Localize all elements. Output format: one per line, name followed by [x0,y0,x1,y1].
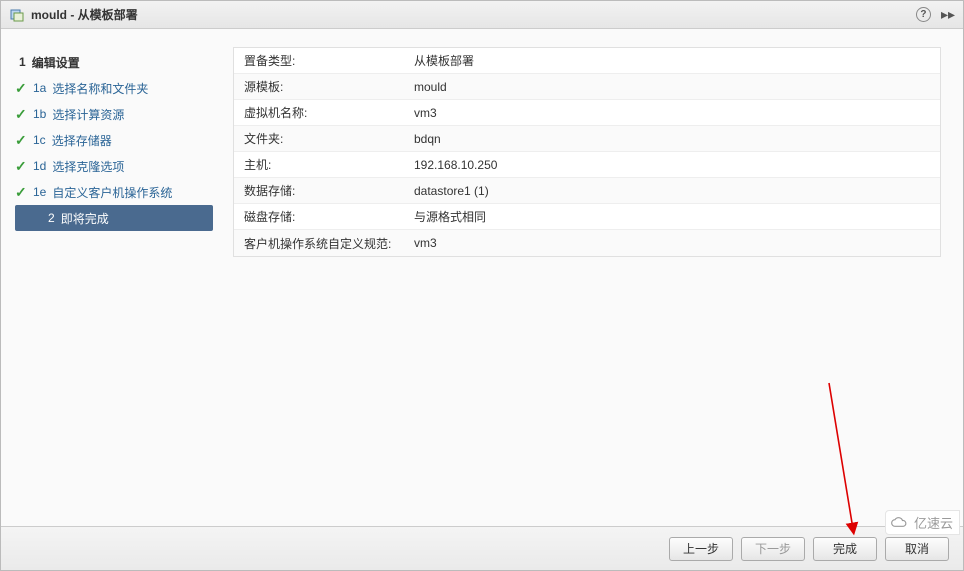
back-button[interactable]: 上一步 [669,537,733,561]
dialog-title: mould - 从模板部署 [31,6,916,23]
summary-row: 虚拟机名称: vm3 [234,100,940,126]
summary-label: 数据存储: [234,178,404,203]
sidebar-step-label: 选择存储器 [52,132,112,149]
wizard-sidebar: 1 编辑设置 ✓ 1a 选择名称和文件夹 ✓ 1b 选择计算资源 ✓ 1c 选择… [1,29,221,526]
checkmark-icon: ✓ [15,80,29,97]
sidebar-step-label: 选择克隆选项 [52,158,124,175]
summary-row: 数据存储: datastore1 (1) [234,178,940,204]
watermark: 亿速云 [885,510,960,535]
sidebar-step-finish[interactable]: ✓ 2 即将完成 [15,205,213,231]
finish-button[interactable]: 完成 [813,537,877,561]
wizard-footer: 上一步 下一步 完成 取消 [1,526,963,570]
next-button[interactable]: 下一步 [741,537,805,561]
summary-row: 文件夹: bdqn [234,126,940,152]
checkmark-icon: ✓ [15,158,29,175]
summary-label: 源模板: [234,74,404,99]
sidebar-step-label: 自定义客户机操作系统 [52,184,172,201]
summary-value: 与源格式相同 [404,204,496,229]
summary-label: 文件夹: [234,126,404,151]
wizard-dialog: mould - 从模板部署 ? ▸▸ 1 编辑设置 ✓ 1a 选择名称和文件夹 … [0,0,964,571]
summary-value: vm3 [404,232,447,254]
summary-value: vm3 [404,102,447,124]
summary-value: 192.168.10.250 [404,154,507,176]
summary-row: 源模板: mould [234,74,940,100]
sidebar-step-1a[interactable]: ✓ 1a 选择名称和文件夹 [1,75,221,101]
help-icon[interactable]: ? [916,7,931,22]
summary-row: 主机: 192.168.10.250 [234,152,940,178]
summary-label: 置备类型: [234,48,404,73]
sidebar-step-1c[interactable]: ✓ 1c 选择存储器 [1,127,221,153]
summary-value: datastore1 (1) [404,180,499,202]
sidebar-step-label: 即将完成 [61,210,109,227]
summary-value: 从模板部署 [404,48,484,73]
cloud-icon [890,516,910,530]
sidebar-step-1d[interactable]: ✓ 1d 选择克隆选项 [1,153,221,179]
summary-table: 置备类型: 从模板部署 源模板: mould 虚拟机名称: vm3 文件夹: b… [233,47,941,257]
checkmark-icon: ✓ [15,184,29,201]
summary-row: 置备类型: 从模板部署 [234,48,940,74]
summary-row: 客户机操作系统自定义规范: vm3 [234,230,940,256]
summary-value: mould [404,76,457,98]
checkmark-icon: ✓ [15,106,29,123]
summary-label: 虚拟机名称: [234,100,404,125]
annotation-arrow-icon [823,379,863,539]
sidebar-heading-label: 编辑设置 [32,54,80,71]
summary-label: 磁盘存储: [234,204,404,229]
summary-row: 磁盘存储: 与源格式相同 [234,204,940,230]
sidebar-step-label: 选择计算资源 [52,106,124,123]
summary-label: 主机: [234,152,404,177]
summary-value: bdqn [404,128,451,150]
template-icon [9,7,25,23]
cancel-button[interactable]: 取消 [885,537,949,561]
sidebar-step-label: 选择名称和文件夹 [52,80,148,97]
sidebar-step-1e[interactable]: ✓ 1e 自定义客户机操作系统 [1,179,221,205]
dialog-body: 1 编辑设置 ✓ 1a 选择名称和文件夹 ✓ 1b 选择计算资源 ✓ 1c 选择… [1,29,963,526]
title-bar: mould - 从模板部署 ? ▸▸ [1,1,963,29]
sidebar-step-1b[interactable]: ✓ 1b 选择计算资源 [1,101,221,127]
wizard-content: 置备类型: 从模板部署 源模板: mould 虚拟机名称: vm3 文件夹: b… [221,29,963,526]
watermark-text: 亿速云 [914,513,953,532]
checkmark-icon: ✓ [15,132,29,149]
summary-label: 客户机操作系统自定义规范: [234,231,404,256]
sidebar-section-heading: 1 编辑设置 [1,49,221,75]
expand-icon[interactable]: ▸▸ [941,6,955,23]
